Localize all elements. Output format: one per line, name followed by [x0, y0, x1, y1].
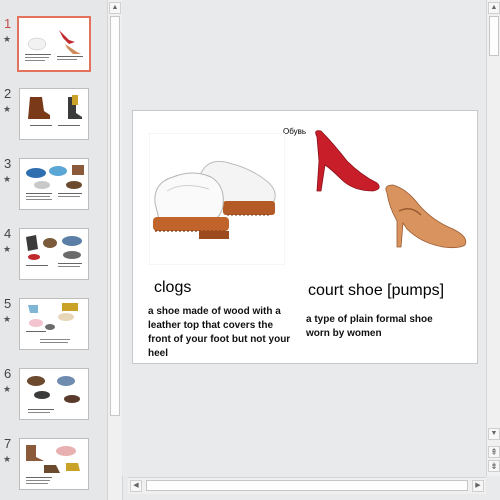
slide-preview-shoes-image — [25, 30, 83, 61]
slide-preview — [19, 158, 89, 210]
slide-thumbnail-4[interactable]: 4 ★ — [0, 226, 107, 288]
slide-number: 6 — [4, 366, 12, 381]
slide-vertical-scrollbar[interactable]: ▲ ▼ ⇞ ⇟ — [486, 0, 500, 476]
slide-preview — [19, 88, 89, 140]
slide-number: 2 — [4, 86, 12, 101]
slide-thumbnail-5[interactable]: 5 ★ — [0, 296, 107, 358]
slide-preview-boots-image — [28, 95, 82, 126]
vertical-scroll-thumb[interactable] — [489, 16, 499, 56]
slide-thumbnail-7[interactable]: 7 ★ — [0, 436, 107, 498]
court-shoe-description[interactable]: a type of plain formal shoe worn by wome… — [306, 313, 456, 341]
thumbnail-scroll-thumb[interactable] — [110, 16, 120, 416]
animation-star-icon: ★ — [3, 104, 12, 114]
clogs-description[interactable]: a shoe made of wood with a leather top t… — [148, 305, 298, 361]
slide-number: 3 — [4, 156, 12, 171]
slide-thumbnail-2[interactable]: 2 ★ — [0, 86, 107, 148]
thumbnail-scrollbar[interactable]: ▲ — [107, 0, 123, 500]
scroll-left-icon[interactable]: ◀ — [130, 480, 142, 492]
slide-thumbnail-3[interactable]: 3 ★ — [0, 156, 107, 218]
slide-horizontal-scrollbar[interactable]: ◀ ▶ — [128, 477, 486, 494]
scroll-up-icon[interactable]: ▲ — [109, 2, 121, 14]
previous-slide-icon[interactable]: ⇞ — [488, 446, 500, 458]
slide-preview — [19, 228, 89, 280]
slide-number: 1 — [4, 16, 12, 31]
current-slide[interactable]: Обувь clogs a shoe made of wood with a l… — [132, 110, 478, 364]
slide-preview-loafers-image — [27, 376, 80, 413]
slide-thumbnail-1[interactable]: 1 ★ — [0, 16, 107, 78]
animation-star-icon: ★ — [3, 314, 12, 324]
scroll-up-icon[interactable]: ▲ — [488, 2, 500, 14]
court-shoes-image[interactable] — [303, 125, 473, 273]
scroll-right-icon[interactable]: ▶ — [472, 480, 484, 492]
clogs-image[interactable] — [149, 133, 285, 265]
slide-thumbnail-pane: 1 ★ 2 ★ 3 ★ 4 ★ 5 ★ 6 ★ 7 ★ — [0, 0, 108, 500]
court-shoe-heading[interactable]: court shoe [pumps] — [308, 282, 444, 300]
slide-preview-wedges-image — [26, 445, 80, 484]
clogs-heading[interactable]: clogs — [154, 279, 191, 297]
slide-preview-mules-image — [26, 235, 82, 267]
slide-preview — [19, 298, 89, 350]
slide-preview — [19, 438, 89, 490]
slide-number: 5 — [4, 296, 12, 311]
animation-star-icon: ★ — [3, 454, 12, 464]
animation-star-icon: ★ — [3, 174, 12, 184]
animation-star-icon: ★ — [3, 244, 12, 254]
next-slide-icon[interactable]: ⇟ — [488, 460, 500, 472]
slide-number: 4 — [4, 226, 12, 241]
slide-edit-area: Обувь clogs a shoe made of wood with a l… — [122, 0, 486, 476]
slide-preview-sneakers-image — [26, 165, 84, 200]
scroll-down-icon[interactable]: ▼ — [488, 428, 500, 440]
animation-star-icon: ★ — [3, 384, 12, 394]
slide-preview-sandals-image — [26, 303, 78, 343]
slide-number: 7 — [4, 436, 12, 451]
slide-preview — [17, 16, 91, 72]
animation-star-icon: ★ — [3, 34, 12, 44]
horizontal-scroll-thumb[interactable] — [146, 480, 468, 491]
slide-preview — [19, 368, 89, 420]
slide-thumbnail-6[interactable]: 6 ★ — [0, 366, 107, 428]
